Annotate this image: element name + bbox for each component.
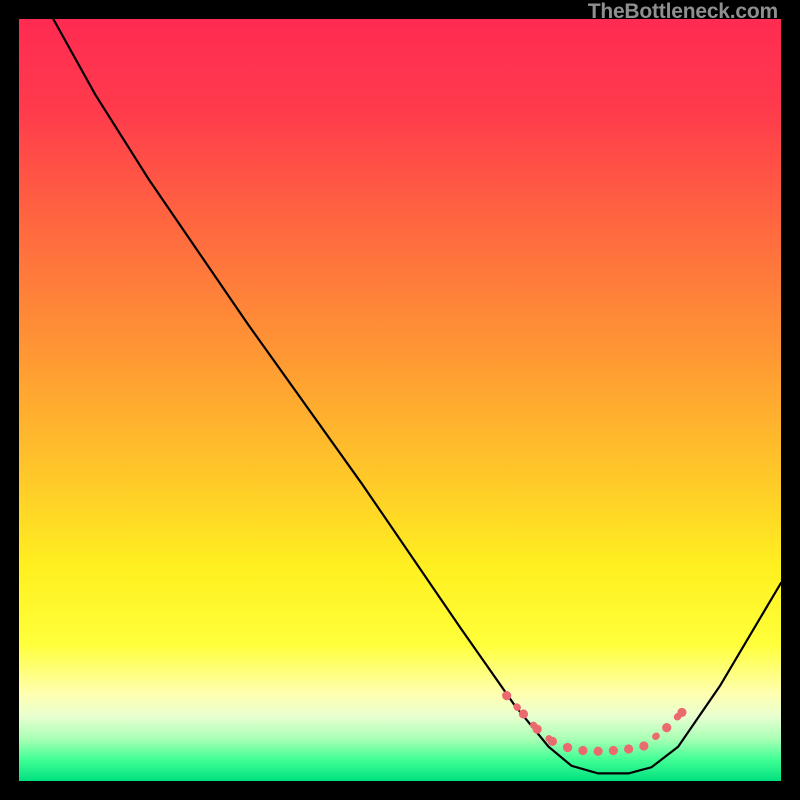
gradient-background — [19, 19, 781, 781]
watermark-text: TheBottleneck.com — [588, 0, 778, 24]
bottleneck-chart — [19, 19, 781, 781]
chart-frame — [19, 19, 781, 781]
